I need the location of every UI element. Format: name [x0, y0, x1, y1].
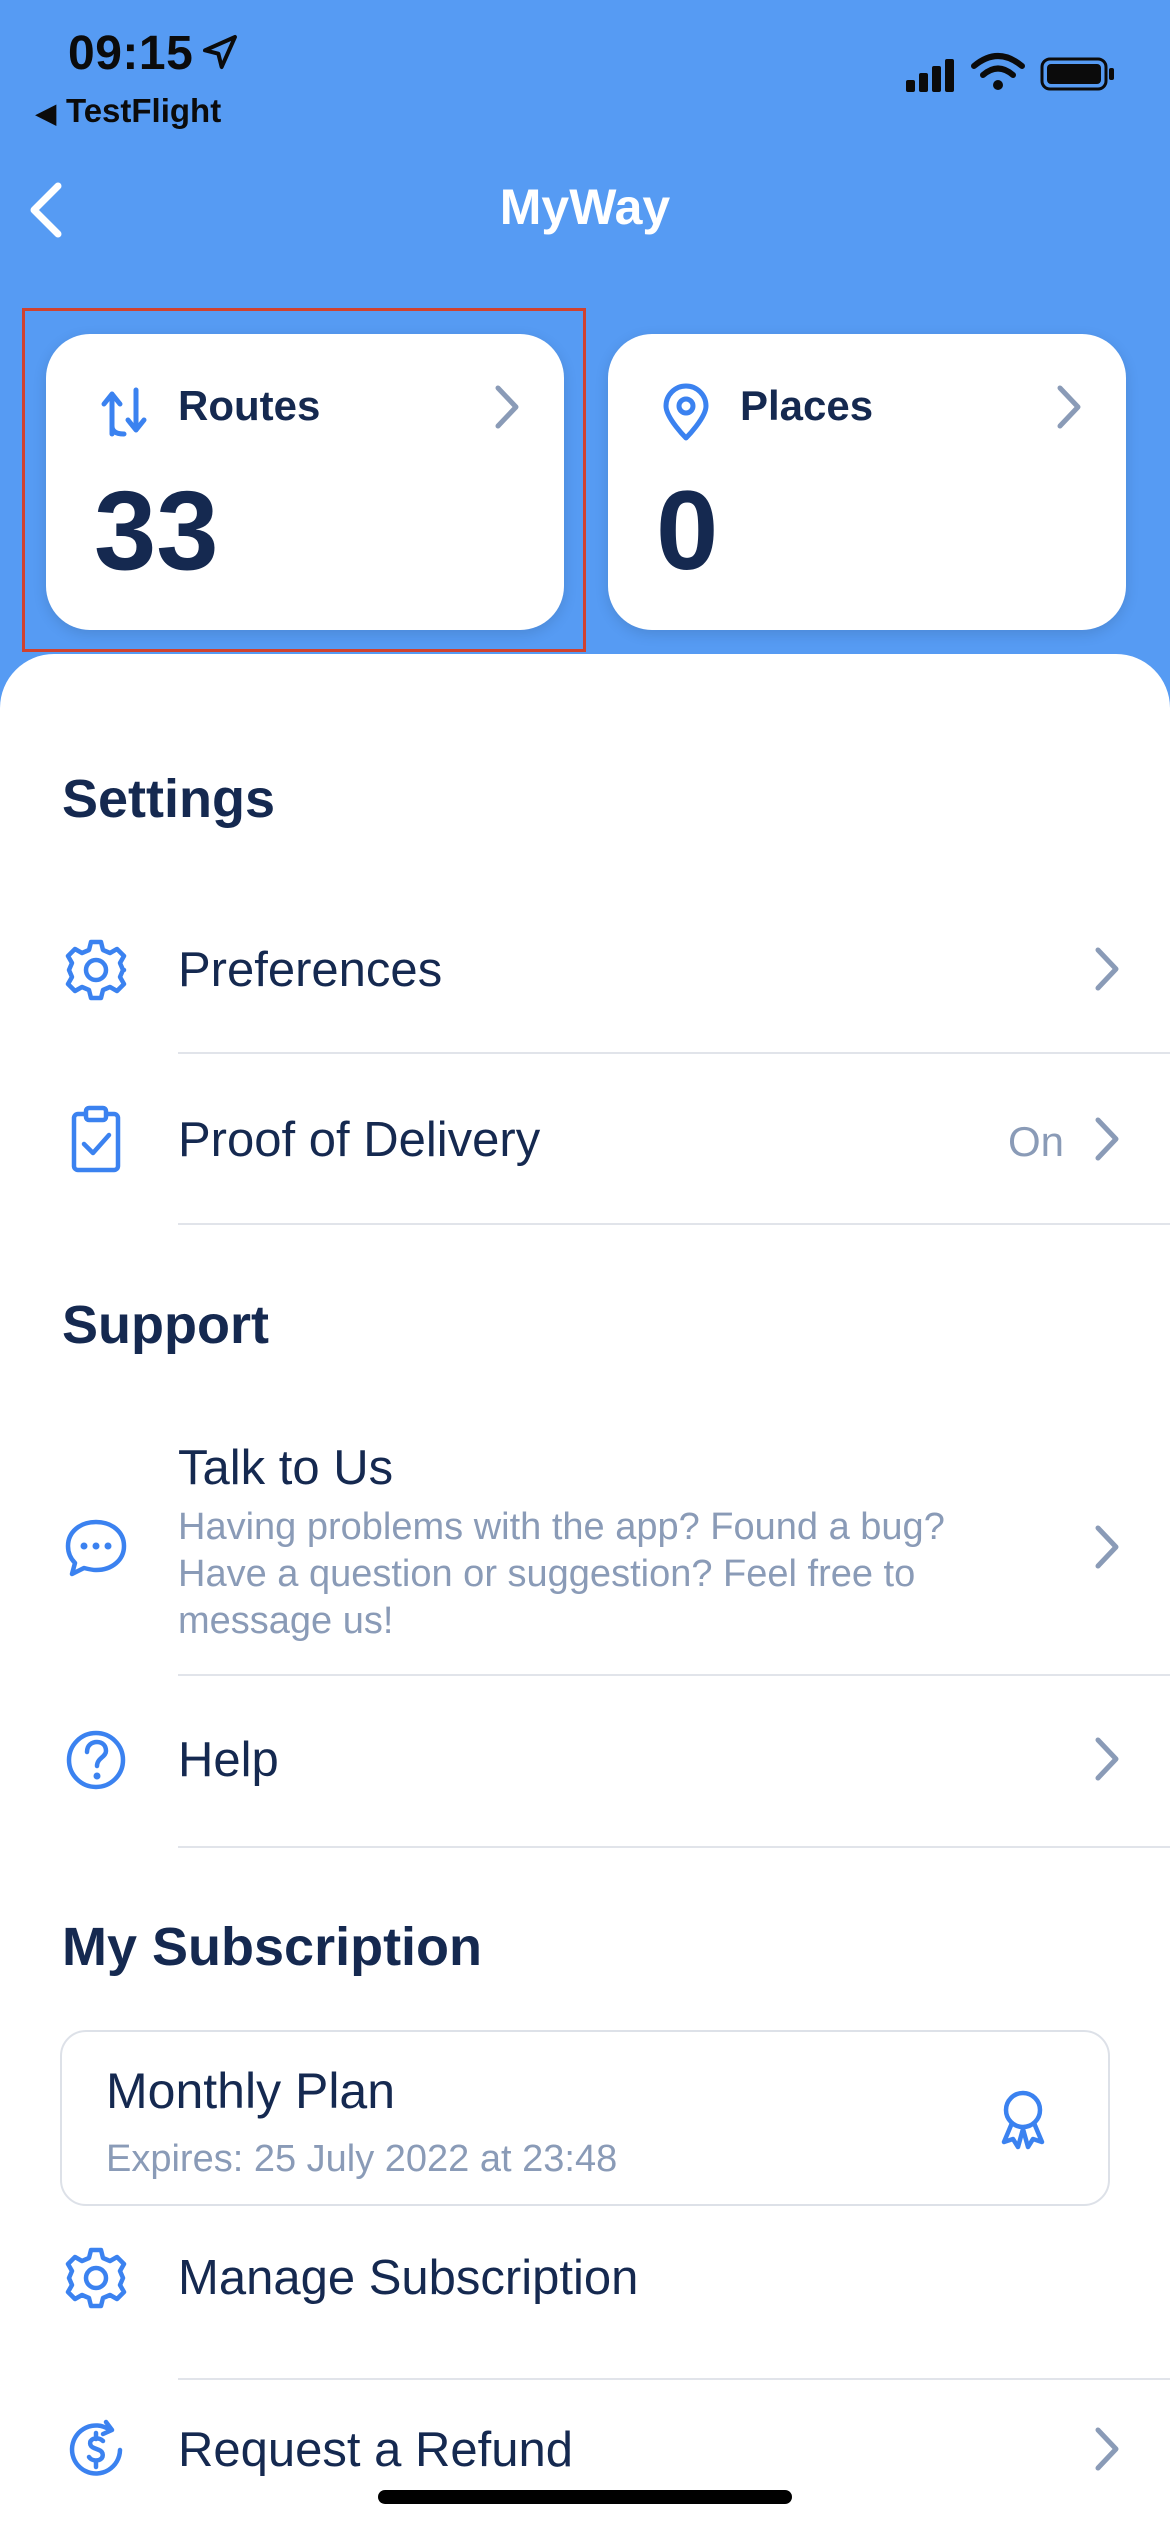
request-refund-row[interactable]: Request a Refund — [0, 2410, 1170, 2530]
preferences-row[interactable]: Preferences — [0, 928, 1170, 1048]
chevron-right-icon — [1095, 1737, 1119, 1781]
dollar-refresh-icon — [69, 2419, 123, 2476]
preferences-label: Preferences — [178, 943, 443, 997]
divider — [178, 1052, 1170, 1054]
help-label: Help — [178, 1733, 279, 1787]
chevron-right-icon — [1095, 2427, 1119, 2471]
places-card[interactable]: Places 0 — [608, 334, 1126, 630]
gear-icon — [65, 939, 127, 1001]
selection-highlight — [22, 308, 586, 652]
clipboard-check-icon — [71, 1105, 121, 1173]
chevron-right-icon — [1095, 947, 1119, 991]
page-title: MyWay — [499, 179, 671, 235]
proof-of-delivery-row[interactable]: Proof of Delivery On — [0, 1100, 1170, 1220]
talk-to-us-label: Talk to Us — [178, 1441, 394, 1495]
support-heading: Support — [62, 1295, 269, 1355]
chevron-right-icon — [1057, 385, 1081, 429]
manage-subscription-label: Manage Subscription — [178, 2251, 639, 2305]
divider — [178, 1846, 1170, 1848]
divider — [178, 1674, 1170, 1676]
question-circle-icon — [66, 1730, 126, 1790]
back-app-label: TestFlight — [66, 92, 222, 129]
location-pin-icon — [663, 383, 709, 441]
request-refund-label: Request a Refund — [178, 2423, 573, 2477]
chat-bubble-icon — [65, 1519, 127, 1577]
battery-icon — [1040, 57, 1114, 91]
status-time: 09:15 — [68, 27, 194, 80]
divider — [178, 1223, 1170, 1225]
chevron-right-icon — [1095, 1525, 1119, 1569]
chevron-right-icon — [1095, 1117, 1119, 1161]
back-triangle-icon: ◀ — [36, 98, 56, 128]
places-count: 0 — [656, 468, 719, 593]
talk-to-us-row[interactable]: Talk to Us Having problems with the app?… — [0, 1430, 1170, 1670]
back-to-app-link[interactable]: ◀ TestFlight — [36, 92, 221, 130]
gear-icon — [65, 2247, 127, 2309]
divider — [178, 2378, 1170, 2380]
plan-title: Monthly Plan — [106, 2063, 396, 2119]
proof-of-delivery-value: On — [1007, 1118, 1064, 1165]
talk-to-us-description: Having problems with the app? Found a bu… — [178, 1506, 945, 1642]
plan-expiry: Expires: 25 July 2022 at 23:48 — [106, 2138, 618, 2180]
subscription-plan-card[interactable]: Monthly Plan Expires: 25 July 2022 at 23… — [60, 2030, 1110, 2206]
help-row[interactable]: Help — [0, 1720, 1170, 1840]
navigation-bar: MyWay — [0, 150, 1170, 260]
places-label: Places — [740, 382, 874, 429]
subscription-heading: My Subscription — [62, 1917, 483, 1977]
award-ribbon-icon — [1001, 2090, 1045, 2150]
status-bar: 09:15 ◀ TestFlight — [0, 0, 1170, 140]
cellular-signal-icon — [906, 59, 954, 92]
wifi-icon — [971, 53, 1025, 90]
location-arrow-icon — [203, 35, 237, 69]
settings-heading: Settings — [62, 769, 276, 829]
proof-of-delivery-label: Proof of Delivery — [178, 1113, 541, 1167]
home-indicator[interactable] — [378, 2490, 792, 2504]
manage-subscription-row[interactable]: Manage Subscription — [0, 2236, 1170, 2356]
